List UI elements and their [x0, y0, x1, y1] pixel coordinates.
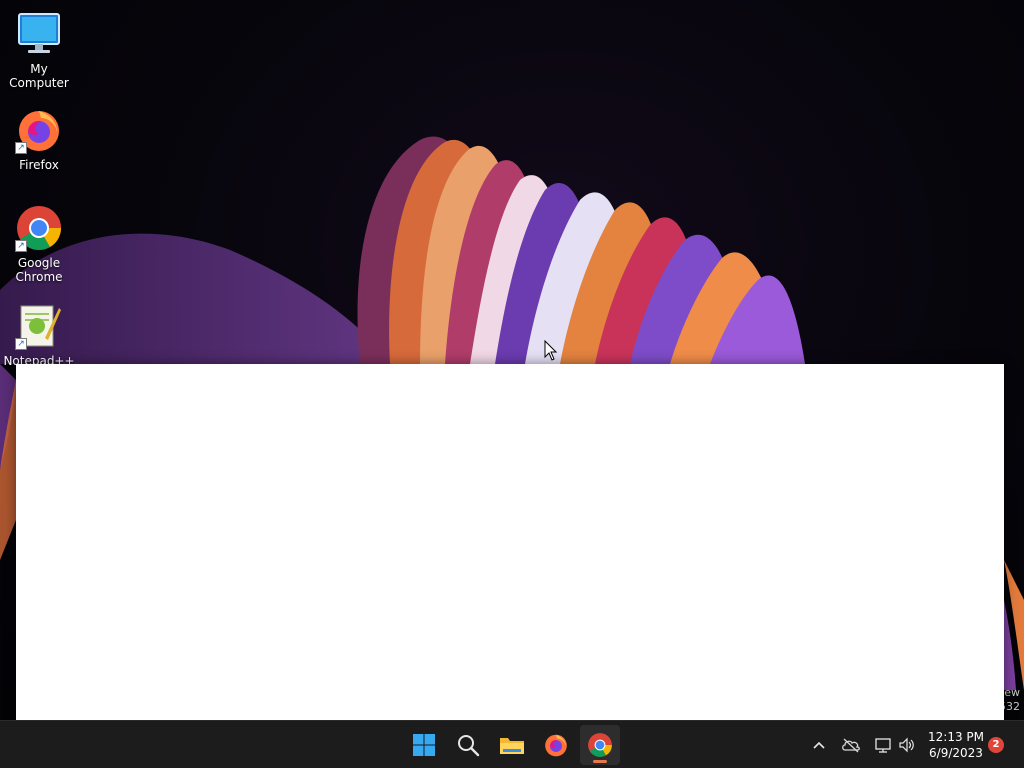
desktop-icon-label: Firefox	[19, 158, 59, 172]
tray-overflow-button[interactable]	[808, 733, 830, 757]
taskbar-chrome-button[interactable]	[580, 725, 620, 765]
shortcut-arrow-icon: ↗	[15, 142, 27, 154]
taskbar-search-button[interactable]	[448, 725, 488, 765]
chrome-icon: ↗	[15, 204, 63, 252]
tray-onedrive-button[interactable]	[840, 733, 862, 757]
volume-icon	[899, 737, 914, 753]
taskbar-start-button[interactable]	[404, 725, 444, 765]
mouse-cursor-icon	[544, 340, 558, 361]
desktop-icon-firefox[interactable]: ↗ Firefox	[0, 106, 78, 172]
desktop-icon-label: My Computer	[9, 62, 69, 90]
taskbar-file-explorer-button[interactable]	[492, 725, 532, 765]
blank-window[interactable]	[16, 364, 1004, 720]
clock-time: 12:13 PM	[928, 730, 984, 744]
taskbar-firefox-button[interactable]	[536, 725, 576, 765]
chrome-icon	[588, 733, 612, 757]
tray-network-button[interactable]	[872, 733, 894, 757]
firefox-icon	[545, 734, 567, 757]
onedrive-offline-icon	[842, 738, 860, 753]
tray-volume-button[interactable]	[896, 733, 918, 757]
network-icon	[875, 738, 891, 753]
desktop-icon-notepad-plus-plus[interactable]: ↗ Notepad++	[0, 302, 78, 368]
taskbar: 12:13 PM 6/9/2023 2	[0, 720, 1024, 768]
desktop-icon-my-computer[interactable]: My Computer	[0, 10, 78, 90]
active-app-indicator	[593, 760, 607, 763]
shortcut-arrow-icon: ↗	[15, 338, 27, 350]
search-icon	[458, 735, 480, 757]
taskbar-clock[interactable]: 12:13 PM 6/9/2023	[924, 729, 988, 761]
windows-start-icon	[413, 734, 435, 756]
notification-badge[interactable]: 2	[988, 737, 1004, 753]
clock-date: 6/9/2023	[929, 746, 983, 760]
firefox-icon: ↗	[15, 106, 63, 154]
desktop: My Computer ↗ Firefox ↗ Google Chrome ↗ …	[0, 0, 1024, 720]
notepad-plus-plus-icon: ↗	[15, 302, 63, 350]
monitor-icon	[15, 10, 63, 58]
desktop-icon-label: Google Chrome	[15, 256, 63, 284]
shortcut-arrow-icon: ↗	[15, 240, 27, 252]
folder-icon	[500, 738, 524, 754]
desktop-icon-google-chrome[interactable]: ↗ Google Chrome	[0, 204, 78, 284]
chevron-up-icon	[813, 741, 825, 749]
